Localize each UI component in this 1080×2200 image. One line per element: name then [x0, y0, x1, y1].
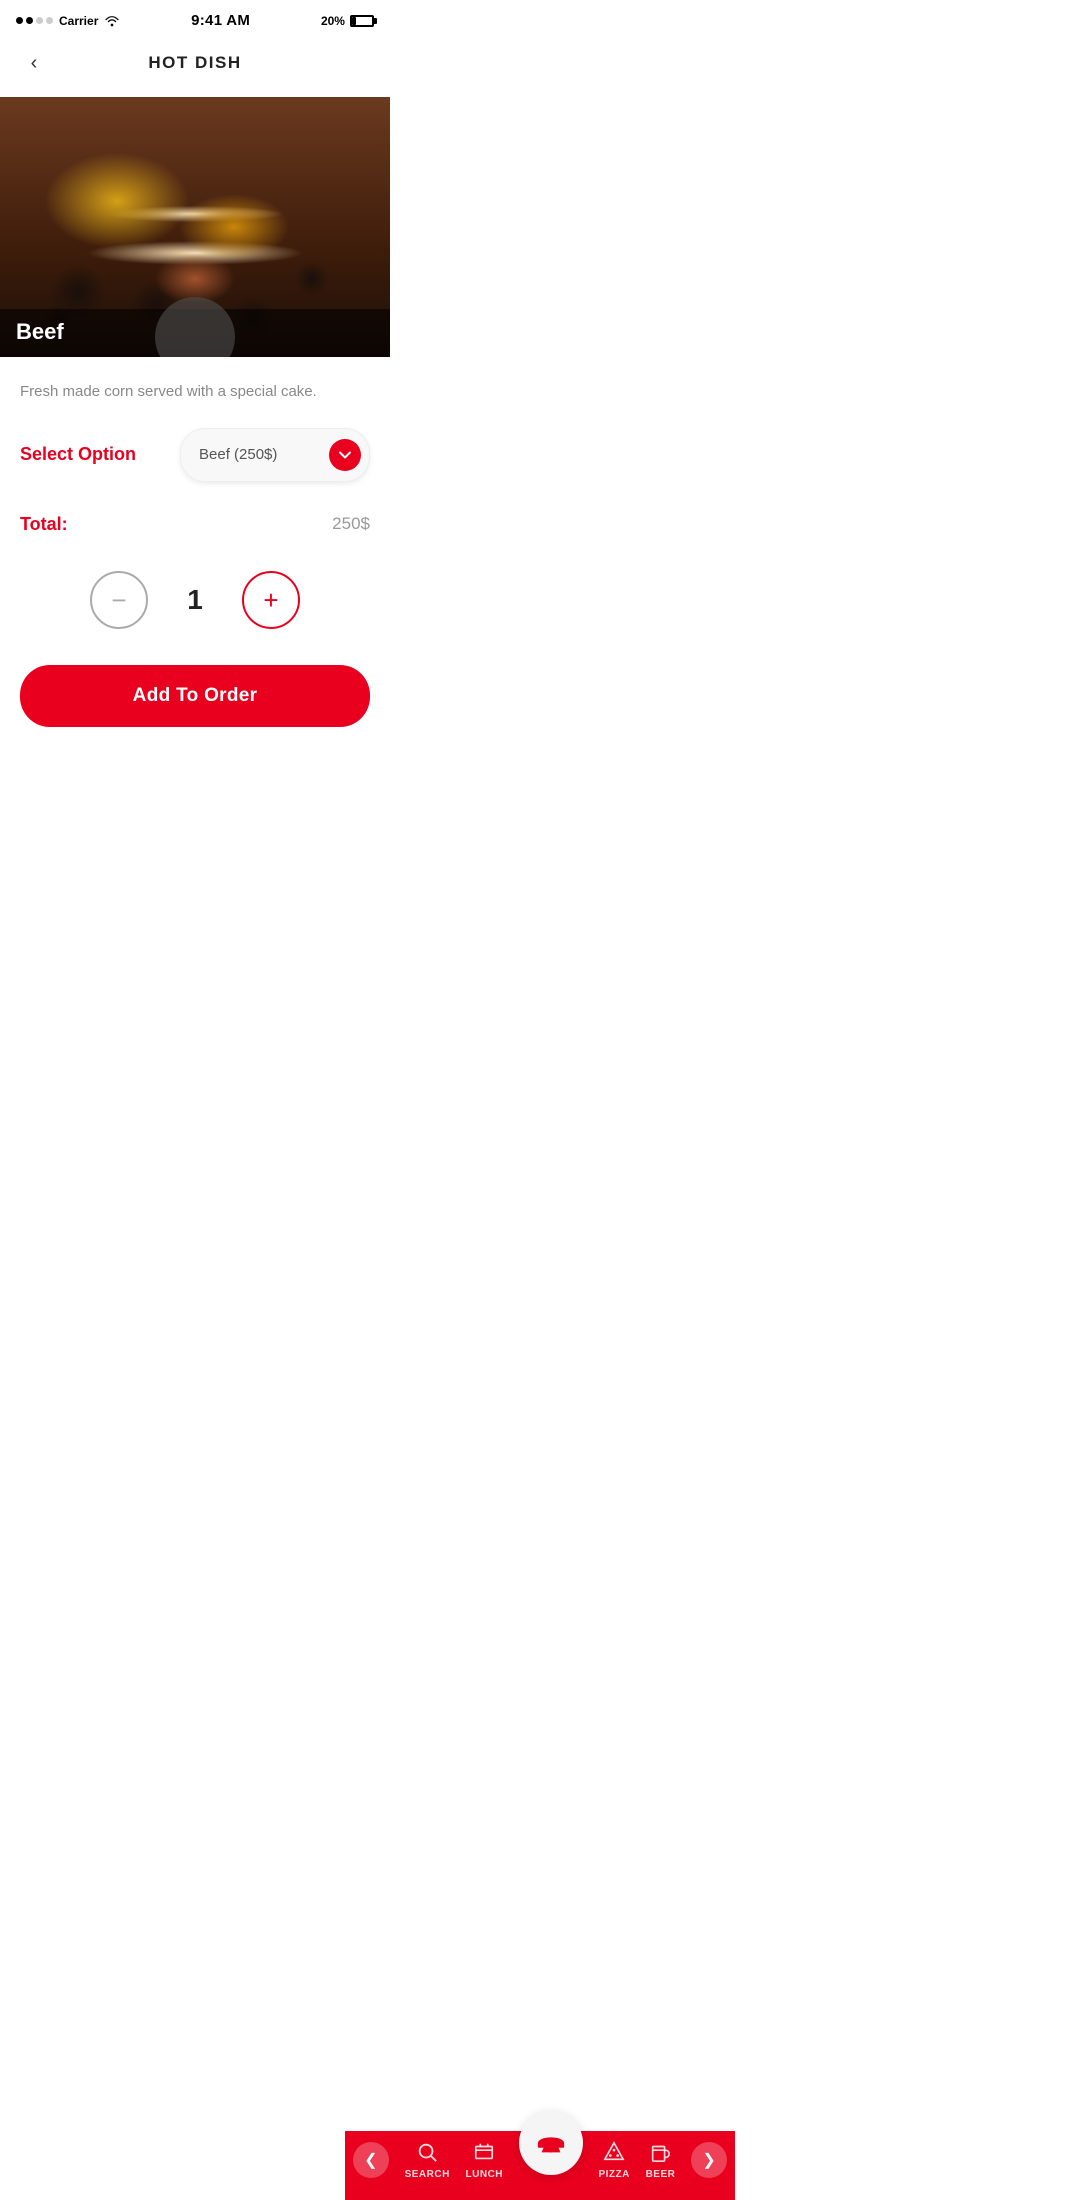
status-bar: Carrier 9:41 AM 20% — [0, 0, 390, 37]
status-left: Carrier — [16, 14, 120, 28]
nav-item-pizza[interactable]: PIZZA — [598, 2139, 629, 2180]
signal-dots — [16, 17, 53, 24]
pizza-nav-label: PIZZA — [598, 2169, 629, 2180]
nav-center-item[interactable] — [519, 2111, 583, 2179]
wifi-icon — [104, 15, 120, 27]
carrier-label: Carrier — [59, 14, 98, 28]
nav-item-search[interactable]: SEARCH — [405, 2139, 450, 2180]
bottom-spacer — [20, 747, 370, 837]
total-label: Total: — [20, 514, 68, 535]
status-time: 9:41 AM — [191, 12, 250, 29]
back-button[interactable]: ‹ — [16, 45, 52, 81]
signal-dot-2 — [26, 17, 33, 24]
dish-name-label: Beef — [16, 319, 64, 344]
total-value: 250$ — [332, 514, 370, 534]
total-row: Total: 250$ — [20, 514, 370, 535]
product-description: Fresh made corn served with a special ca… — [20, 381, 370, 404]
left-arrow-icon: ❮ — [364, 2150, 377, 2170]
increment-button[interactable]: + — [242, 571, 300, 629]
nav-item-beer[interactable]: BEER — [646, 2139, 676, 2180]
nav-item-lunch[interactable]: LUNCH — [466, 2139, 504, 2180]
search-icon — [414, 2139, 440, 2165]
battery-percent: 20% — [321, 14, 345, 28]
beer-icon — [647, 2139, 673, 2165]
lunch-nav-label: LUNCH — [466, 2169, 504, 2180]
battery-icon — [350, 15, 374, 27]
signal-dot-1 — [16, 17, 23, 24]
nav-right-arrow[interactable]: ❯ — [691, 2142, 727, 2178]
status-right: 20% — [321, 14, 374, 28]
bottom-navigation: ❮ SEARCH LUNCH — [345, 2131, 735, 2200]
quantity-row: − 1 + — [20, 571, 370, 629]
decrement-button[interactable]: − — [90, 571, 148, 629]
hero-image: Beef — [0, 97, 390, 357]
select-option-label: Select Option — [20, 444, 136, 465]
beer-nav-label: BEER — [646, 2169, 676, 2180]
selected-option-value: Beef (250$) — [199, 446, 319, 463]
lunch-center-button[interactable] — [519, 2111, 583, 2175]
dropdown-button[interactable] — [329, 439, 361, 471]
select-option-row: Select Option Beef (250$) — [20, 428, 370, 482]
lunch-icon — [471, 2139, 497, 2165]
search-nav-label: SEARCH — [405, 2169, 450, 2180]
back-chevron-icon: ‹ — [31, 52, 38, 75]
header: ‹ HOT DISH — [0, 37, 390, 97]
content-area: Fresh made corn served with a special ca… — [0, 357, 390, 861]
pizza-icon — [601, 2139, 627, 2165]
right-arrow-icon: ❯ — [702, 2150, 715, 2170]
page-title: HOT DISH — [52, 53, 374, 73]
battery-fill — [352, 17, 356, 25]
quantity-value: 1 — [180, 584, 210, 616]
nav-left-arrow[interactable]: ❮ — [353, 2142, 389, 2178]
chevron-down-icon — [338, 448, 352, 462]
signal-dot-3 — [36, 17, 43, 24]
add-to-order-button[interactable]: Add To Order — [20, 665, 370, 727]
option-dropdown[interactable]: Beef (250$) — [180, 428, 370, 482]
signal-dot-4 — [46, 17, 53, 24]
